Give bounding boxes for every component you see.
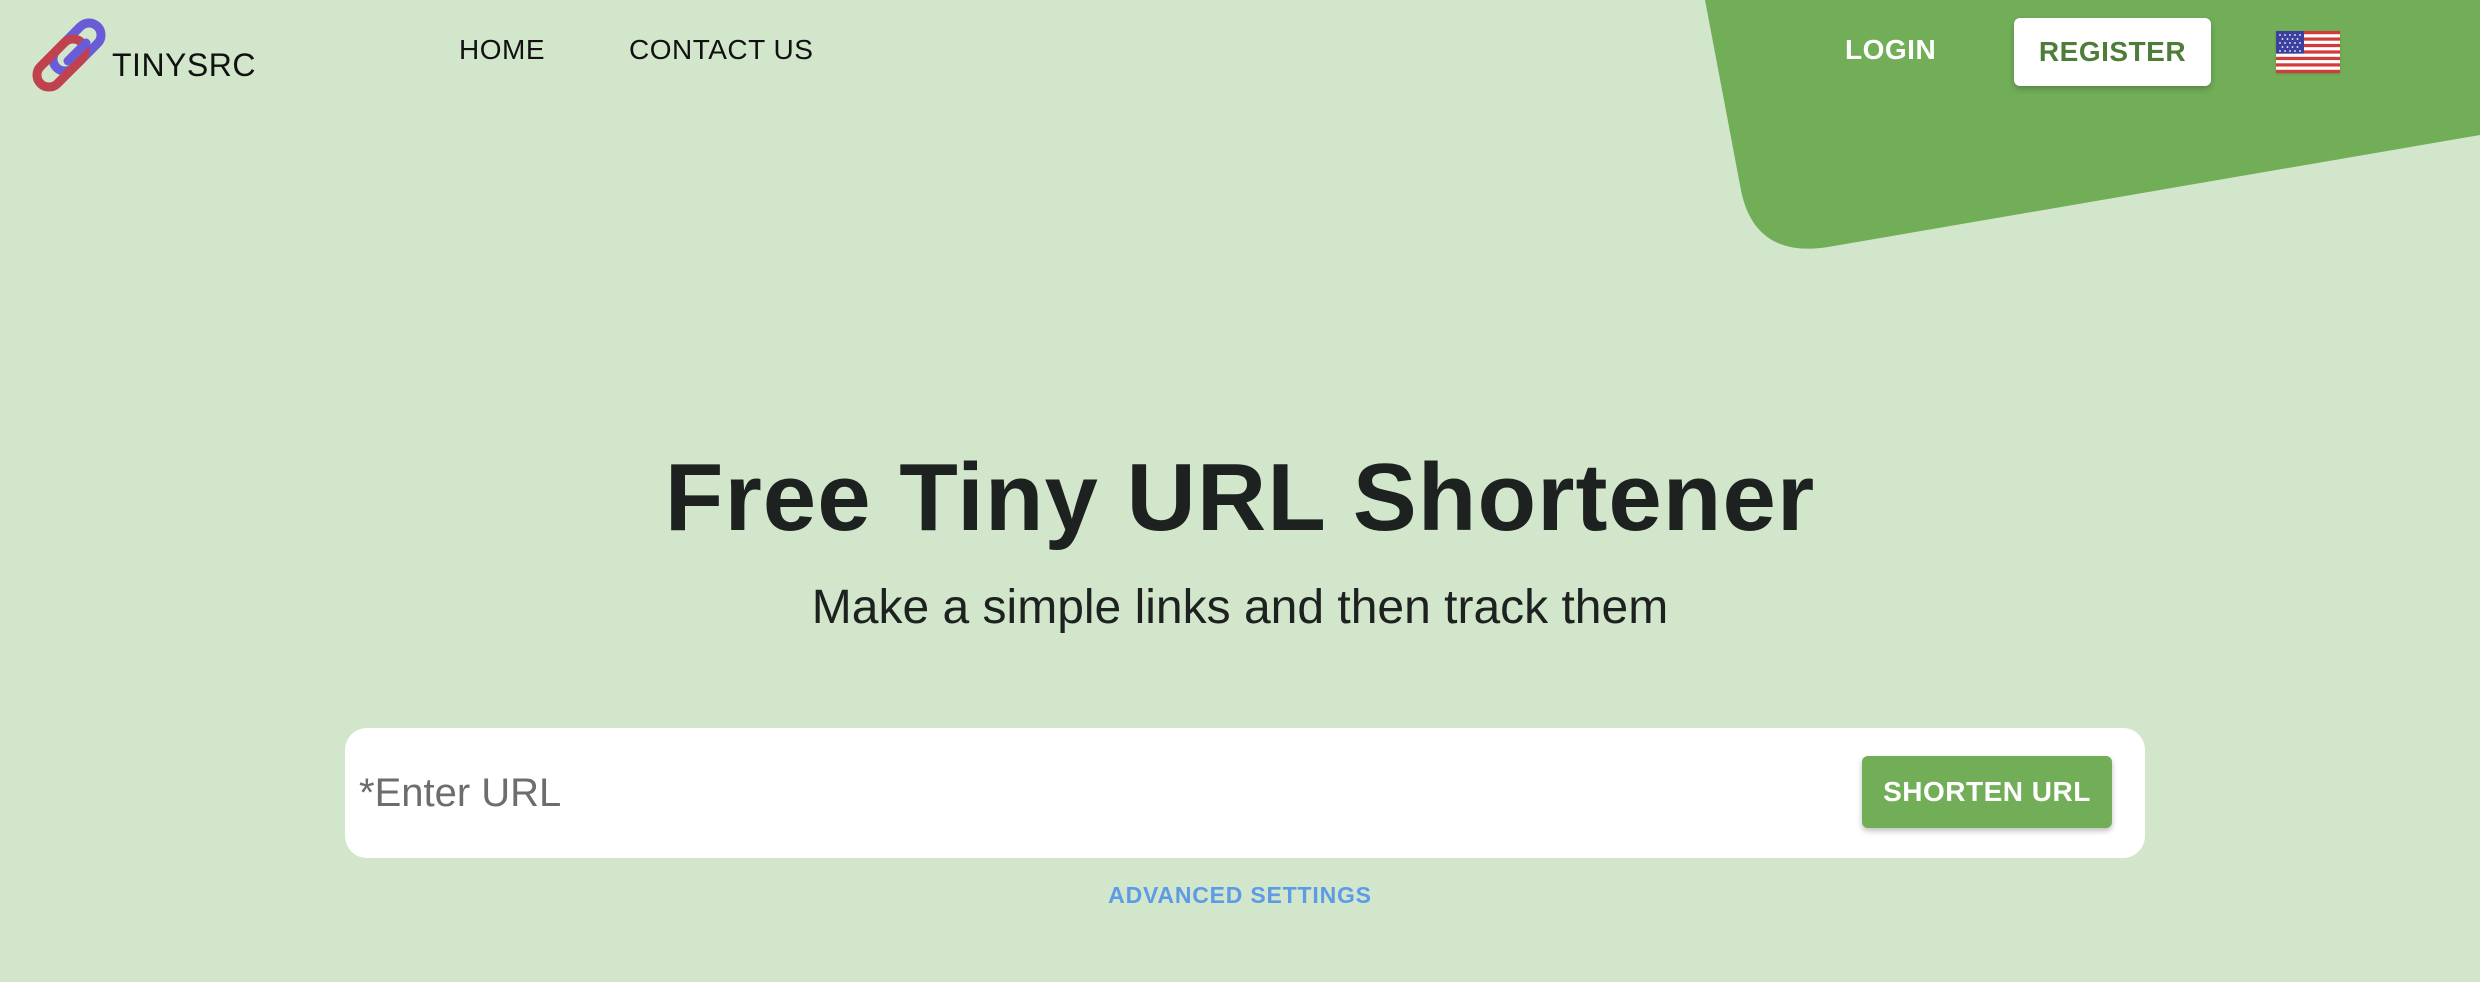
url-shortener-form: SHORTEN URL bbox=[345, 728, 2145, 858]
advanced-settings-link[interactable]: ADVANCED SETTINGS bbox=[0, 882, 2480, 909]
shorten-url-button[interactable]: SHORTEN URL bbox=[1862, 756, 2112, 828]
hero-title: Free Tiny URL Shortener bbox=[664, 444, 1816, 551]
login-link[interactable]: LOGIN bbox=[1845, 34, 1936, 66]
url-input[interactable] bbox=[359, 750, 1759, 836]
register-button[interactable]: REGISTER bbox=[2014, 18, 2211, 86]
us-flag-icon[interactable] bbox=[2276, 31, 2340, 73]
logo-text: TINYSRC bbox=[112, 46, 256, 83]
chain-link-icon bbox=[32, 18, 106, 92]
page: TINYSRC HOME CONTACT US LOGIN REGISTER F… bbox=[0, 0, 2480, 982]
logo-link[interactable]: TINYSRC bbox=[28, 14, 256, 98]
hero-subtitle: Make a simple links and then track them bbox=[811, 581, 1669, 634]
nav-home-link[interactable]: HOME bbox=[459, 34, 545, 66]
nav-contact-link[interactable]: CONTACT US bbox=[629, 34, 813, 66]
